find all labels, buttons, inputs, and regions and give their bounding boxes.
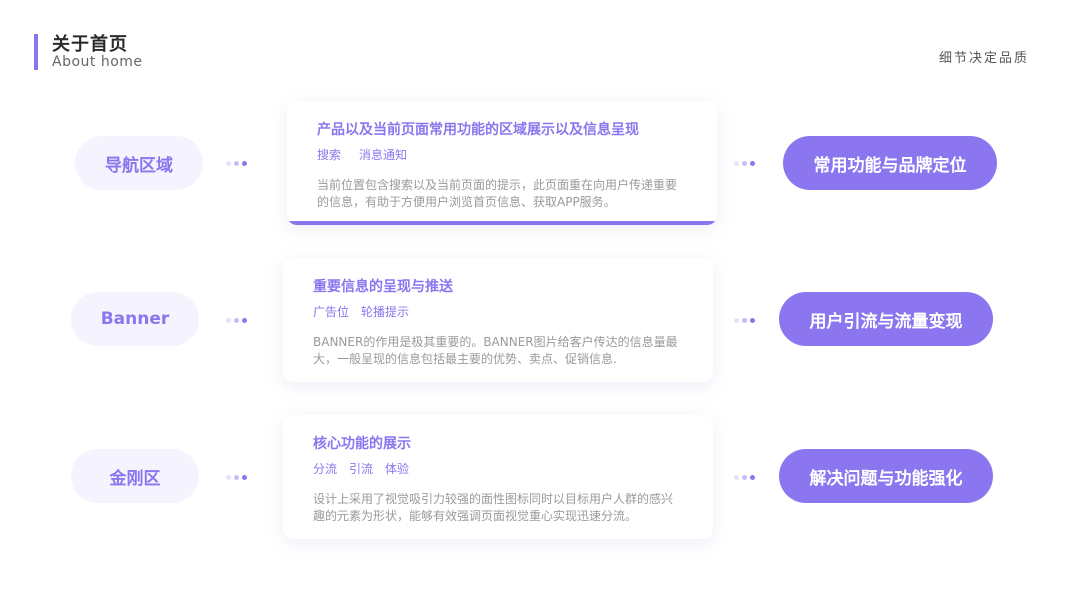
- feature-row-kingkong: 金刚区 核心功能的展示 分流 引流 体验 设计上采用了视觉吸引力较强的面性图标同…: [0, 413, 1067, 543]
- right-pill-navigation: 常用功能与品牌定位: [783, 136, 997, 190]
- card-tag: 轮播提示: [361, 305, 410, 319]
- left-pill-kingkong: 金刚区: [71, 449, 199, 503]
- card-title: 产品以及当前页面常用功能的区域展示以及信息呈现: [317, 122, 639, 138]
- card-tags: 搜索 消息通知: [317, 146, 691, 163]
- card-tag: 引流: [349, 462, 374, 476]
- card-tag: 搜索: [317, 148, 342, 162]
- connector-dots: [226, 160, 252, 166]
- card-title: 核心功能的展示: [313, 436, 411, 452]
- connector-dots: [734, 160, 760, 166]
- card-tag: 消息通知: [359, 148, 408, 162]
- connector-dots: [734, 317, 760, 323]
- connector-dots: [226, 317, 252, 323]
- right-pill-banner: 用户引流与流量变现: [779, 292, 993, 346]
- info-card-kingkong: 核心功能的展示 分流 引流 体验 设计上采用了视觉吸引力较强的面性图标同时以目标…: [283, 415, 713, 539]
- card-tag: 体验: [385, 462, 410, 476]
- feature-row-navigation: 导航区域 产品以及当前页面常用功能的区域展示以及信息呈现 搜索 消息通知 当前位…: [0, 100, 1067, 230]
- info-card-navigation: 产品以及当前页面常用功能的区域展示以及信息呈现 搜索 消息通知 当前位置包含搜索…: [287, 101, 717, 225]
- right-pill-kingkong: 解决问题与功能强化: [779, 449, 993, 503]
- left-pill-navigation: 导航区域: [75, 136, 203, 190]
- connector-dots: [734, 474, 760, 480]
- card-description: 设计上采用了视觉吸引力较强的面性图标同时以目标用户人群的感兴趣的元素为形状，能够…: [313, 492, 674, 523]
- card-tag: 分流: [313, 462, 338, 476]
- card-tags: 广告位 轮播提示: [313, 303, 687, 320]
- card-description: 当前位置包含搜索以及当前页面的提示，此页面重在向用户传递重要的信息，有助于方便用…: [317, 178, 678, 209]
- info-card-banner: 重要信息的呈现与推送 广告位 轮播提示 BANNER的作用是极其重要的。BANN…: [283, 258, 713, 382]
- slogan: 细节决定品质: [938, 51, 1029, 66]
- header-accent-bar: [34, 34, 38, 70]
- card-title: 重要信息的呈现与推送: [313, 279, 453, 295]
- feature-row-banner: Banner 重要信息的呈现与推送 广告位 轮播提示 BANNER的作用是极其重…: [0, 257, 1067, 387]
- left-pill-banner: Banner: [71, 292, 199, 346]
- connector-dots: [226, 474, 252, 480]
- page-title: 关于首页: [52, 34, 128, 55]
- card-tags: 分流 引流 体验: [313, 460, 687, 477]
- page-subtitle: About home: [52, 54, 143, 70]
- card-description: BANNER的作用是极其重要的。BANNER图片给客户传达的信息量最大，一般呈现…: [313, 335, 678, 366]
- card-tag: 广告位: [313, 305, 350, 319]
